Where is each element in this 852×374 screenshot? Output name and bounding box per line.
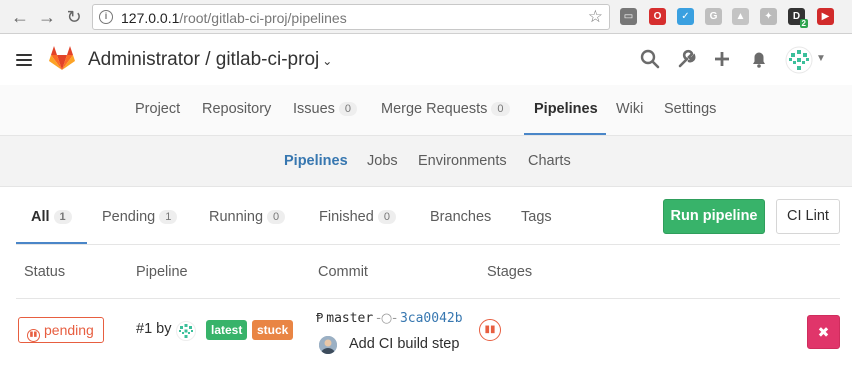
branch-link[interactable]: master <box>326 311 373 326</box>
nav-project[interactable]: Project <box>135 101 180 117</box>
commit-title-link[interactable]: Add CI build step <box>349 336 459 352</box>
wrench-icon[interactable] <box>676 49 698 71</box>
subnav-jobs[interactable]: Jobs <box>367 153 398 169</box>
commit-author-avatar[interactable] <box>319 336 337 354</box>
mr-count-badge: 0 <box>491 102 510 116</box>
nav-repository[interactable]: Repository <box>202 101 271 117</box>
pause-icon: ▮▮ <box>27 329 40 342</box>
plus-icon[interactable] <box>711 49 733 71</box>
url-text[interactable]: 127.0.0.1/root/gitlab-ci-proj/pipelines <box>121 10 347 26</box>
subnav-pipelines[interactable]: Pipelines <box>284 153 348 169</box>
bell-icon[interactable] <box>748 49 770 71</box>
drive-icon[interactable]: ▲ <box>732 8 749 25</box>
google-ext-icon[interactable]: G <box>705 8 722 25</box>
pipeline-id-link[interactable]: #1 by <box>136 321 171 337</box>
hamburger-menu-icon[interactable] <box>16 54 32 66</box>
commit-icon: -○- <box>376 311 397 326</box>
all-count-badge: 1 <box>53 210 72 224</box>
issues-count-badge: 0 <box>338 102 358 116</box>
pipelines-sub-nav: Pipelines Jobs Environments Charts <box>0 136 852 187</box>
cancel-pipeline-button[interactable]: ✖ <box>807 315 840 349</box>
gitlab-logo[interactable] <box>48 44 76 77</box>
record-ext-icon[interactable]: ▶ <box>817 8 834 25</box>
commit-ref: Ᵽmaster -○- 3ca0042b <box>316 311 463 326</box>
subnav-environments[interactable]: Environments <box>418 153 507 169</box>
stage-pending-icon[interactable]: ▮▮ <box>479 319 501 341</box>
close-icon: ✖ <box>817 324 830 340</box>
pending-count-badge: 1 <box>159 210 178 224</box>
avatar-caret-icon[interactable]: ▼ <box>816 53 826 64</box>
back-arrow-icon[interactable]: ← <box>10 7 30 27</box>
gitlab-header: Administrator / gitlab-ci-proj ⌄ ▼ <box>0 35 852 85</box>
badge-ext-icon[interactable]: D2 <box>788 8 808 28</box>
forward-arrow-icon[interactable]: → <box>37 7 57 27</box>
column-stages: Stages <box>487 264 533 280</box>
tab-pending[interactable]: Pending 1 <box>102 209 178 225</box>
nav-issues[interactable]: Issues 0 <box>293 101 358 117</box>
chevron-down-icon[interactable]: ⌄ <box>322 54 332 68</box>
run-pipeline-button[interactable]: Run pipeline <box>663 199 765 234</box>
cast-icon[interactable]: ▭ <box>620 8 637 25</box>
nav-wiki[interactable]: Wiki <box>616 101 643 117</box>
info-icon[interactable]: i <box>99 10 113 24</box>
search-icon[interactable] <box>639 49 661 71</box>
nav-settings[interactable]: Settings <box>664 101 716 117</box>
tab-branches[interactable]: Branches <box>430 209 491 225</box>
subnav-charts[interactable]: Charts <box>528 153 571 169</box>
nav-pipelines[interactable]: Pipelines <box>534 101 598 117</box>
ci-lint-button[interactable]: CI Lint <box>776 199 840 234</box>
column-pipeline: Pipeline <box>136 264 188 280</box>
tab-tags[interactable]: Tags <box>521 209 552 225</box>
nav-merge-requests[interactable]: Merge Requests 0 <box>381 101 510 117</box>
bookmark-star-icon[interactable]: ☆ <box>588 7 603 27</box>
active-nav-underline <box>524 133 606 135</box>
triggerer-avatar[interactable] <box>176 321 196 341</box>
commit-sha-link[interactable]: 3ca0042b <box>400 311 463 326</box>
running-count-badge: 0 <box>267 210 286 224</box>
identicon-icon <box>785 46 813 74</box>
tanuki-icon <box>49 46 75 70</box>
tab-running[interactable]: Running 0 <box>209 209 286 225</box>
pipelines-table-header: Status Pipeline Commit Stages <box>16 245 840 299</box>
extension-count-badge: 2 <box>799 19 808 28</box>
latest-label: latest <box>206 320 248 340</box>
column-status: Status <box>24 264 66 280</box>
author-photo-icon <box>319 336 337 354</box>
finished-count-badge: 0 <box>377 210 396 224</box>
table-row: ▮▮ pending #1 by latest stuck Ᵽmaster -○- 3… <box>16 299 840 374</box>
identicon-small-icon <box>176 321 196 341</box>
project-title[interactable]: Administrator / gitlab-ci-proj ⌄ <box>88 49 332 71</box>
puzzle-icon[interactable]: ✦ <box>760 8 777 25</box>
tab-finished[interactable]: Finished 0 <box>319 209 396 225</box>
pocket-icon[interactable]: ✓ <box>677 8 694 25</box>
address-bar[interactable]: i 127.0.0.1/root/gitlab-ci-proj/pipeline… <box>92 4 610 30</box>
tab-all[interactable]: All 1 <box>31 209 72 225</box>
branch-icon: Ᵽ <box>316 311 324 325</box>
stuck-label[interactable]: stuck <box>252 320 294 340</box>
opera-icon[interactable]: O <box>649 8 666 25</box>
reload-icon[interactable]: ↻ <box>64 7 84 27</box>
project-nav: Project Repository Issues 0 Merge Request… <box>0 85 852 136</box>
user-avatar[interactable] <box>785 46 813 74</box>
scope-tabs: All 1 Pending 1 Running 0 Finished 0 Branche… <box>0 188 852 245</box>
status-badge[interactable]: ▮▮ pending <box>18 317 104 343</box>
column-commit: Commit <box>318 264 368 280</box>
browser-toolbar: ← → ↻ i 127.0.0.1/root/gitlab-ci-proj/pi… <box>0 0 852 34</box>
